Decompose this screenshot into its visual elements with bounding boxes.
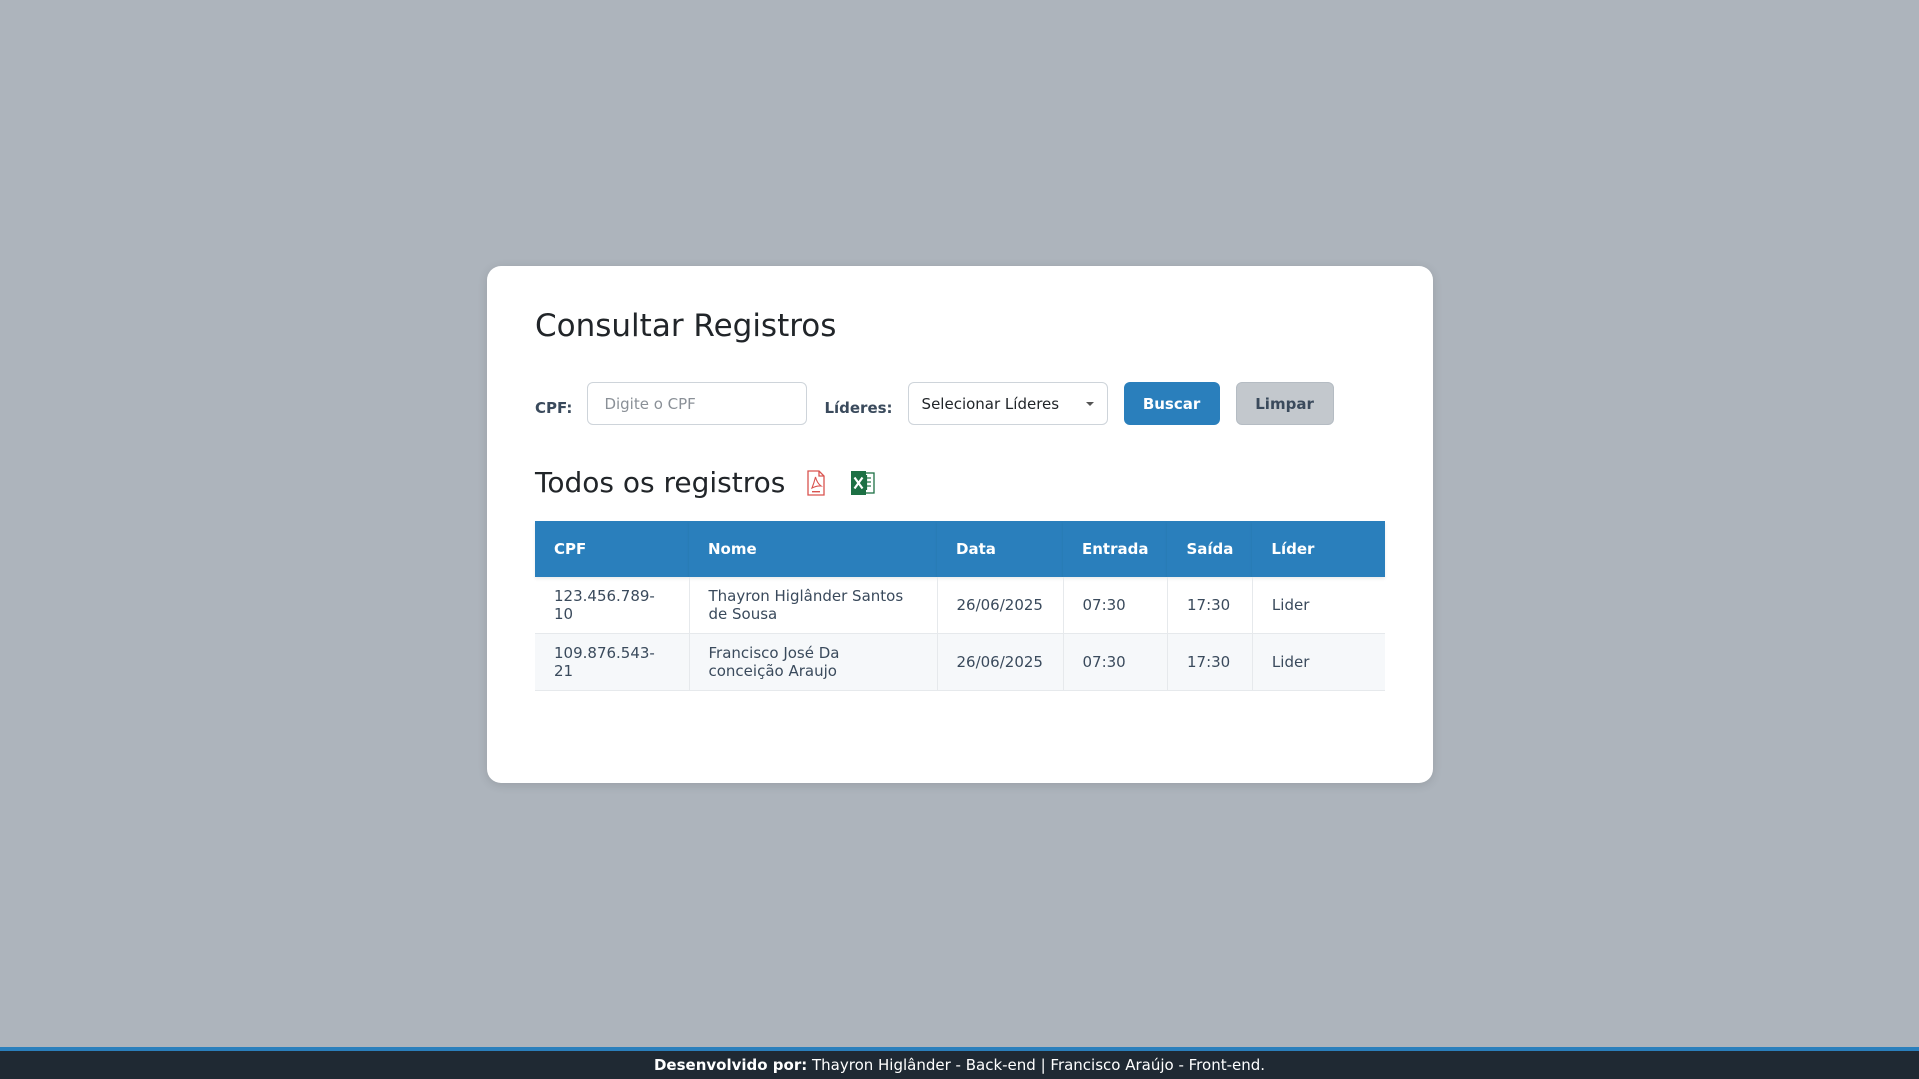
cell-nome: Thayron Higlânder Santos de Sousa: [689, 577, 938, 634]
cell-entrada: 07:30: [1063, 633, 1168, 691]
cell-lider: Lider: [1252, 577, 1385, 634]
cpf-input[interactable]: [587, 382, 808, 425]
records-table-wrapper: CPF Nome Data Entrada Saída Líder 123.45…: [535, 521, 1385, 691]
cell-entrada: 07:30: [1063, 577, 1168, 634]
search-button[interactable]: Buscar: [1123, 382, 1220, 425]
column-header-saida: Saída: [1167, 521, 1253, 577]
footer-prefix: Desenvolvido por:: [653, 1056, 808, 1074]
chevron-down-icon: [1085, 401, 1094, 406]
clear-button[interactable]: Limpar: [1235, 382, 1334, 425]
column-header-lider: Líder: [1252, 521, 1385, 577]
cpf-label: CPF:: [535, 398, 573, 417]
column-header-data: Data: [937, 521, 1063, 577]
column-header-entrada: Entrada: [1063, 521, 1168, 577]
cell-data: 26/06/2025: [937, 633, 1064, 691]
cell-nome: Francisco José Da conceição Araujo: [689, 633, 938, 691]
pdf-icon[interactable]: [803, 469, 829, 497]
cell-saida: 17:30: [1167, 633, 1253, 691]
table-row: 123.456.789-10 Thayron Higlânder Santos …: [535, 577, 1385, 634]
cell-data: 26/06/2025: [937, 577, 1064, 634]
records-title: Todos os registros: [535, 466, 786, 499]
page-title: Consultar Registros: [535, 308, 837, 344]
records-header: Todos os registros: [535, 466, 895, 499]
excel-icon[interactable]: [849, 469, 876, 497]
leaders-select-value: Selecionar Líderes: [921, 394, 1060, 413]
table-header-row: CPF Nome Data Entrada Saída Líder: [535, 521, 1385, 577]
cell-saida: 17:30: [1167, 577, 1253, 634]
records-card: Consultar Registros CPF: Líderes: Seleci…: [487, 266, 1433, 783]
cell-cpf: 123.456.789-10: [535, 577, 690, 634]
cell-cpf: 109.876.543-21: [535, 633, 690, 691]
leaders-select[interactable]: Selecionar Líderes: [907, 382, 1108, 425]
filter-bar: CPF: Líderes: Selecionar Líderes Buscar …: [535, 382, 1334, 425]
page-footer: Desenvolvido por: Thayron Higlânder - Ba…: [0, 1047, 1919, 1079]
records-table: CPF Nome Data Entrada Saída Líder 123.45…: [535, 521, 1385, 691]
column-header-nome: Nome: [689, 521, 937, 577]
cell-lider: Lider: [1252, 633, 1385, 691]
table-row: 109.876.543-21 Francisco José Da conceiç…: [535, 633, 1385, 691]
footer-credits: Thayron Higlânder - Back-end | Francisco…: [807, 1056, 1266, 1074]
leaders-label: Líderes:: [824, 398, 893, 417]
column-header-cpf: CPF: [535, 521, 689, 577]
